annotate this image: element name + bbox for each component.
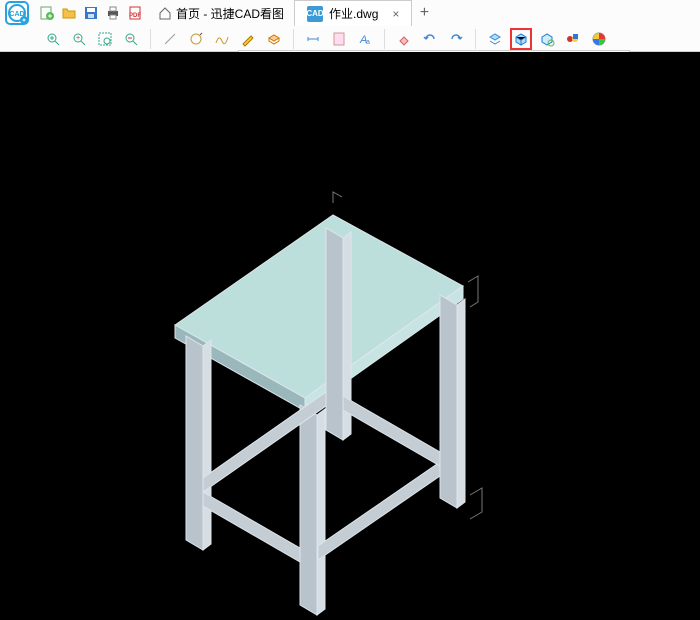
- drawing-canvas[interactable]: [0, 52, 700, 606]
- svg-text:PDF: PDF: [129, 13, 141, 19]
- home-tab[interactable]: 首页 - 迅捷CAD看图: [148, 0, 294, 26]
- pdf-icon[interactable]: PDF: [126, 4, 144, 22]
- page-icon[interactable]: [328, 28, 350, 50]
- separator: [150, 29, 151, 49]
- separator: [384, 29, 385, 49]
- print-icon[interactable]: [104, 4, 122, 22]
- zoom-in-icon[interactable]: +: [68, 28, 90, 50]
- close-icon[interactable]: ×: [384, 7, 399, 21]
- tab-row: CAD PDF 首页 - 迅捷CAD看图 CAD 作业.dwg × +: [0, 0, 700, 26]
- pencil-icon[interactable]: [237, 28, 259, 50]
- layer-icon[interactable]: [484, 28, 506, 50]
- file-tab[interactable]: CAD 作业.dwg ×: [294, 0, 412, 26]
- save-icon[interactable]: [82, 4, 100, 22]
- polyline-icon[interactable]: [211, 28, 233, 50]
- home-icon: [158, 6, 172, 20]
- separator: [293, 29, 294, 49]
- home-tab-label: 首页 - 迅捷CAD看图: [176, 5, 284, 22]
- erase-icon[interactable]: [393, 28, 415, 50]
- circle-icon[interactable]: [185, 28, 207, 50]
- zoom-extents-icon[interactable]: [42, 28, 64, 50]
- toolbar: + Aa: [0, 26, 700, 52]
- drawing-content: [0, 100, 700, 620]
- view3d-icon[interactable]: [510, 28, 532, 50]
- app-logo: CAD: [0, 0, 34, 26]
- separator: [475, 29, 476, 49]
- svg-text:+: +: [76, 35, 80, 42]
- quick-access: PDF: [34, 4, 148, 22]
- file-tab-label: 作业.dwg: [329, 5, 378, 22]
- new-tab-button[interactable]: +: [412, 1, 436, 25]
- orbit-icon[interactable]: [536, 28, 558, 50]
- line-icon[interactable]: [159, 28, 181, 50]
- visual-icon[interactable]: [562, 28, 584, 50]
- dim-icon[interactable]: [302, 28, 324, 50]
- undo-icon[interactable]: [419, 28, 441, 50]
- file-tab-icon: CAD: [307, 6, 323, 22]
- topbar: CAD PDF 首页 - 迅捷CAD看图 CAD 作业.dwg × + +: [0, 0, 700, 52]
- rect-icon[interactable]: [263, 28, 285, 50]
- redo-icon[interactable]: [445, 28, 467, 50]
- zoom-window-icon[interactable]: [94, 28, 116, 50]
- svg-text:a: a: [366, 39, 370, 46]
- text-icon[interactable]: Aa: [354, 28, 376, 50]
- color-icon[interactable]: [588, 28, 610, 50]
- new-icon[interactable]: [38, 4, 56, 22]
- zoom-out-icon[interactable]: [120, 28, 142, 50]
- open-icon[interactable]: [60, 4, 78, 22]
